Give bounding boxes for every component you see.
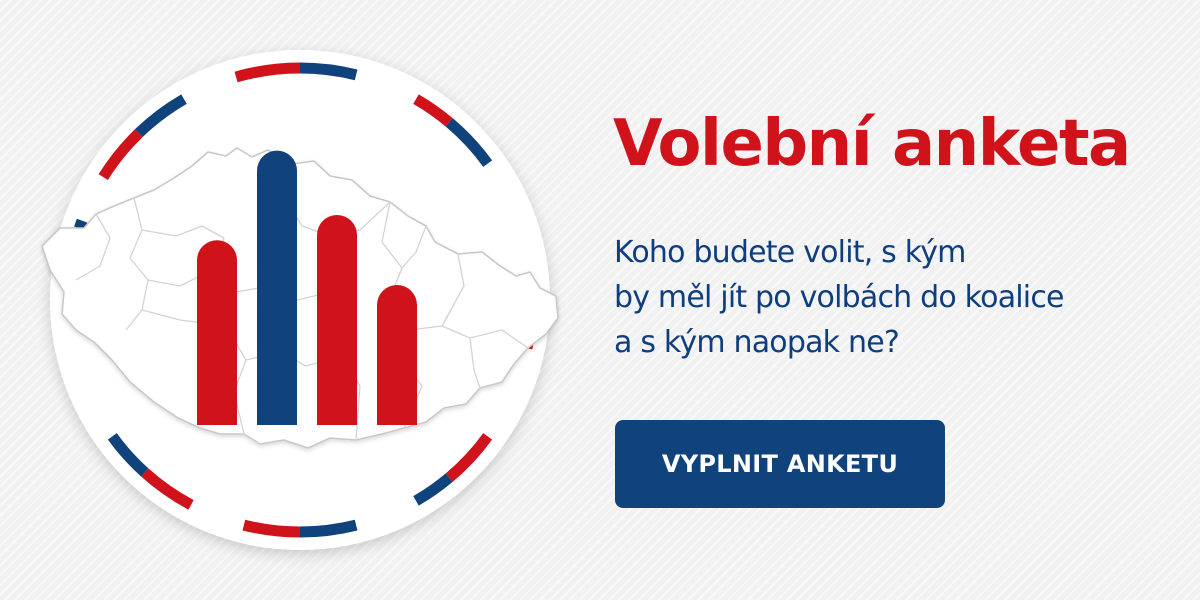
bar-3: [317, 215, 357, 425]
bar-1: [197, 240, 237, 425]
bar-2: [257, 150, 297, 425]
subtitle-line-1: Koho budete volit, s kým: [614, 235, 966, 270]
subtitle-line-3: a s kým naopak ne?: [614, 325, 900, 360]
fill-poll-button[interactable]: VYPLNIT ANKETU: [615, 420, 945, 508]
subtitle-line-2: by měl jít po volbách do koalice: [614, 280, 1065, 315]
poll-banner: Volební anketa Koho budete volit, s kým …: [0, 0, 1200, 600]
emblem-graphic: [41, 50, 559, 550]
poll-emblem: [30, 30, 590, 570]
poll-subtitle: Koho budete volit, s kým by měl jít po v…: [614, 230, 1174, 365]
ring-dash: [74, 218, 88, 231]
bar-4: [377, 285, 417, 425]
poll-title: Volební anketa: [613, 107, 1131, 181]
